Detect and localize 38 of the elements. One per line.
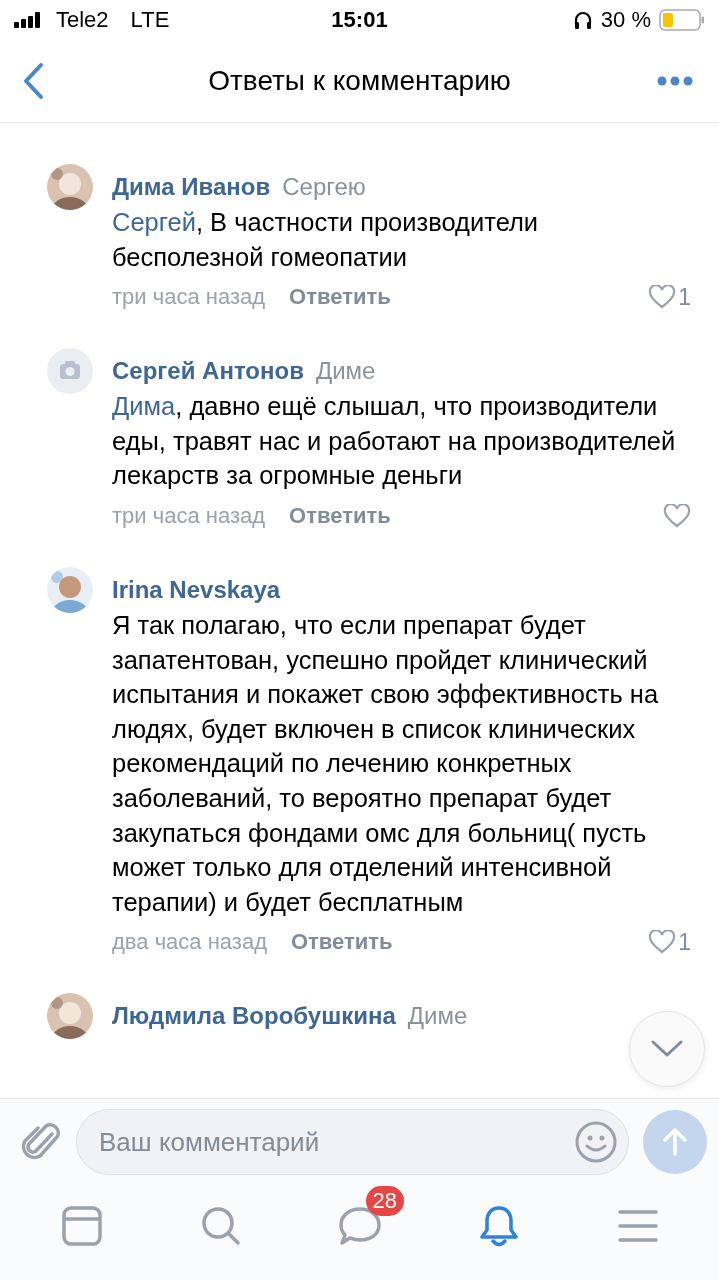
mention-link[interactable]: Дима [112,392,176,421]
battery-icon [659,9,705,31]
reply-recipient: Диме [315,356,376,387]
headphones-icon [572,10,593,30]
network-type: LTE [130,7,170,33]
clock: 15:01 [331,7,388,33]
comment-text: Я так полагаю, что если препарат будет запатентован, успешно пройдет клинический испытания и покажет свою эффективность на людях, будет включен в список клинических рекомендаций по лечению конкретных заболеваний, то вероятно препарат будет закупаться фондами омс для больниц( пусть может только для отделений интенсивной терапии) и будет бесплатным [112,609,660,918]
like-button[interactable] [663,503,691,528]
comment-time: три часа назад [112,284,266,311]
bell-icon [477,1203,520,1248]
more-button[interactable] [657,76,693,86]
author-name[interactable]: Сергей Антонов [112,353,304,390]
camera-avatar-icon[interactable] [47,348,93,395]
comment-field[interactable]: Ваш комментарий [76,1109,629,1175]
comment-time: два часа назад [112,929,267,956]
reply-recipient: Диме [407,1001,468,1032]
back-button[interactable] [22,62,44,100]
window-icon [60,1204,103,1247]
comment-time: три часа назад [112,502,266,529]
carrier-name: Tele2 [56,7,109,33]
author-name[interactable]: Irina Nevskaya [112,571,281,608]
comment-text: Дима, давно ещё слышал, что производители еды, травят нас и работают на производителей лекарств за огромные деньги [112,391,677,492]
reply-recipient: Сергею [282,172,366,202]
screen-title: Ответы к комментарию [208,65,511,97]
mention-link[interactable]: Сергей [112,208,196,236]
search-icon [199,1204,242,1247]
chevron-down-icon [650,1039,684,1059]
unread-badge: 28 [365,1185,404,1216]
author-name[interactable]: Дима Иванов [112,169,271,205]
reply-button[interactable]: Ответить [289,284,391,311]
author-name[interactable]: Людмила Воробушкина [112,998,396,1035]
reply-button[interactable]: Ответить [289,502,391,529]
reply-button[interactable]: Ответить [290,929,393,956]
emoji-icon[interactable] [575,1121,617,1163]
menu-icon [617,1208,658,1243]
arrow-up-icon [661,1127,689,1157]
comment-text: Сергей, В частности производители бесполезной гомеопатии [112,207,540,273]
battery-percent: 30 % [600,7,651,33]
